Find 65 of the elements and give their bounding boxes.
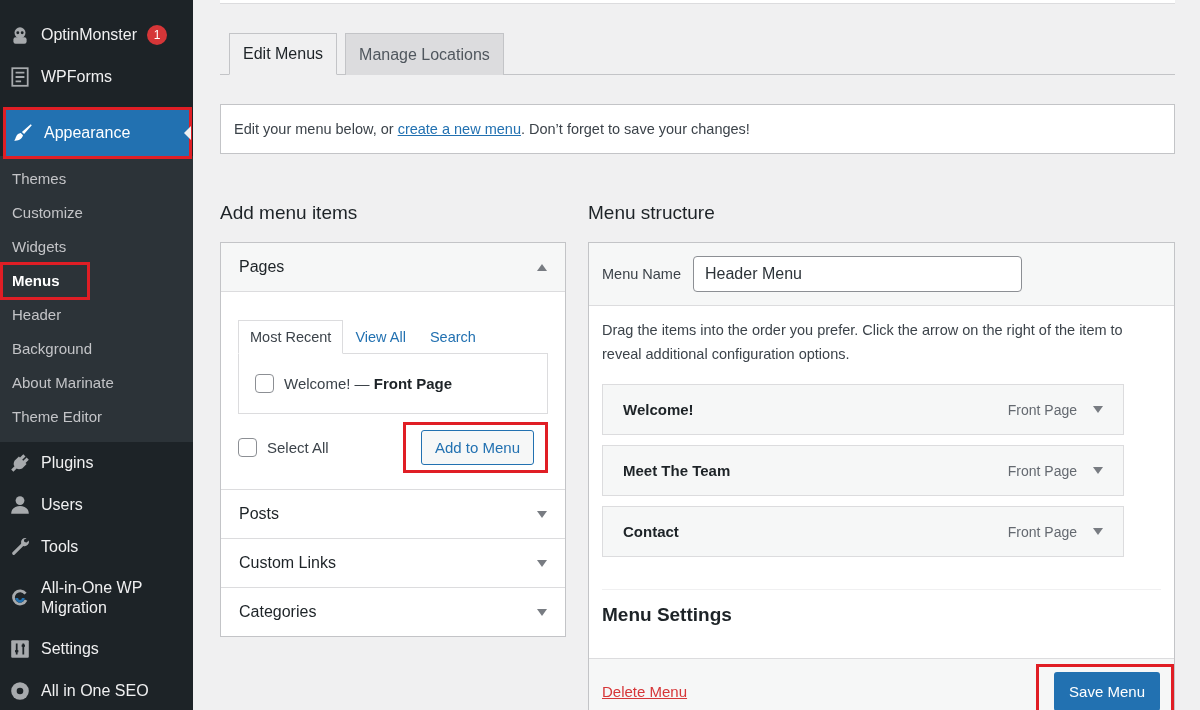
menu-item-type: Front Page [1007,523,1077,540]
accordion-header[interactable]: Categories [221,588,565,636]
plug-icon [9,452,31,474]
tab[interactable]: Most Recent [238,320,344,354]
menu-item-type: Front Page [1007,462,1077,479]
sidebar-item[interactable]: All in One SEO [0,670,193,710]
menu-item-bar[interactable]: Welcome! Front Page [602,384,1124,435]
form-icon [9,66,31,88]
settings-heading: Menu Settings [602,604,733,626]
menu-item-type: Front Page [1007,401,1077,418]
tab[interactable]: Edit Menus [229,33,338,75]
checkbox[interactable] [238,438,257,457]
submenu-item[interactable]: Customize [0,196,95,230]
checkbox[interactable] [255,374,274,393]
save-menu-button[interactable]: Save Menu [1054,671,1160,710]
sidebar-item[interactable]: Tools [0,526,193,568]
checkbox-label: Select All [267,439,329,456]
tab[interactable]: Manage Locations [345,33,504,75]
menu-item-bar[interactable]: Meet The Team Front Page [602,445,1124,496]
gear-icon [9,680,31,702]
brush-icon [12,122,34,144]
sidebar-item[interactable]: Settings [0,628,193,670]
instructions-text: Drag the items into the order you prefer. Click the arrow on the right of the item to reveal additional configuration options. [602,321,1124,364]
sidebar-item[interactable]: WPForms [0,56,193,98]
expand-arrow-icon [1093,528,1103,535]
accordion-header[interactable]: Posts [221,490,565,538]
sidebar-item[interactable]: Plugins [0,442,193,484]
submenu-item[interactable]: Menus [2,264,88,298]
sidebar-item[interactable]: OptinMonster 1 [0,14,193,56]
submenu-item[interactable]: Widgets [0,230,79,264]
toggle-arrow-icon [537,263,547,271]
expand-arrow-icon [1093,467,1103,474]
sidebar-item[interactable]: Users [0,484,193,526]
notice-text: Edit your menu below, or create a new menu. Don’t forget to save your changes! [234,121,750,137]
submenu-item[interactable]: Theme Editor [0,400,115,434]
sliders-icon [9,638,31,660]
submenu-item[interactable]: Header [0,298,74,332]
section-heading: Add menu items [220,202,359,224]
wrench-icon [9,536,31,558]
notification-badge: 1 [147,25,168,45]
user-icon [9,494,31,516]
page-title: Welcome! — Front Page [284,375,453,392]
sidebar-item[interactable]: All-in-One WP Migration [0,568,193,628]
menu-item-title: Contact [623,523,680,540]
menu-item-bar[interactable]: Contact Front Page [602,506,1124,557]
delete-menu-link[interactable]: Delete Menu [602,682,688,700]
accordion-header[interactable]: Custom Links [221,539,565,587]
menu-item-title: Welcome! [623,401,695,418]
menu-name-field[interactable]: Header Menu [693,256,1022,292]
expand-arrow-icon [1093,406,1103,413]
tab[interactable]: Search [417,320,488,354]
toggle-arrow-icon [537,510,547,518]
accordion-header[interactable]: Pages [221,243,565,292]
create-menu-link[interactable]: create a new menu [397,121,521,137]
field-label: Menu Name [602,266,681,282]
sidebar-item[interactable]: Appearance [4,108,191,158]
submenu-item[interactable]: Background [0,332,105,366]
menu-item-title: Meet The Team [623,462,732,479]
submenu-item[interactable]: About Marinate [0,366,126,400]
toggle-arrow-icon [537,559,547,567]
toggle-arrow-icon [537,608,547,616]
submenu-item[interactable]: Themes [0,162,79,196]
add-to-menu-button[interactable]: Add to Menu [420,430,534,465]
section-heading: Menu structure [588,202,716,224]
tab[interactable]: View All [343,320,418,354]
